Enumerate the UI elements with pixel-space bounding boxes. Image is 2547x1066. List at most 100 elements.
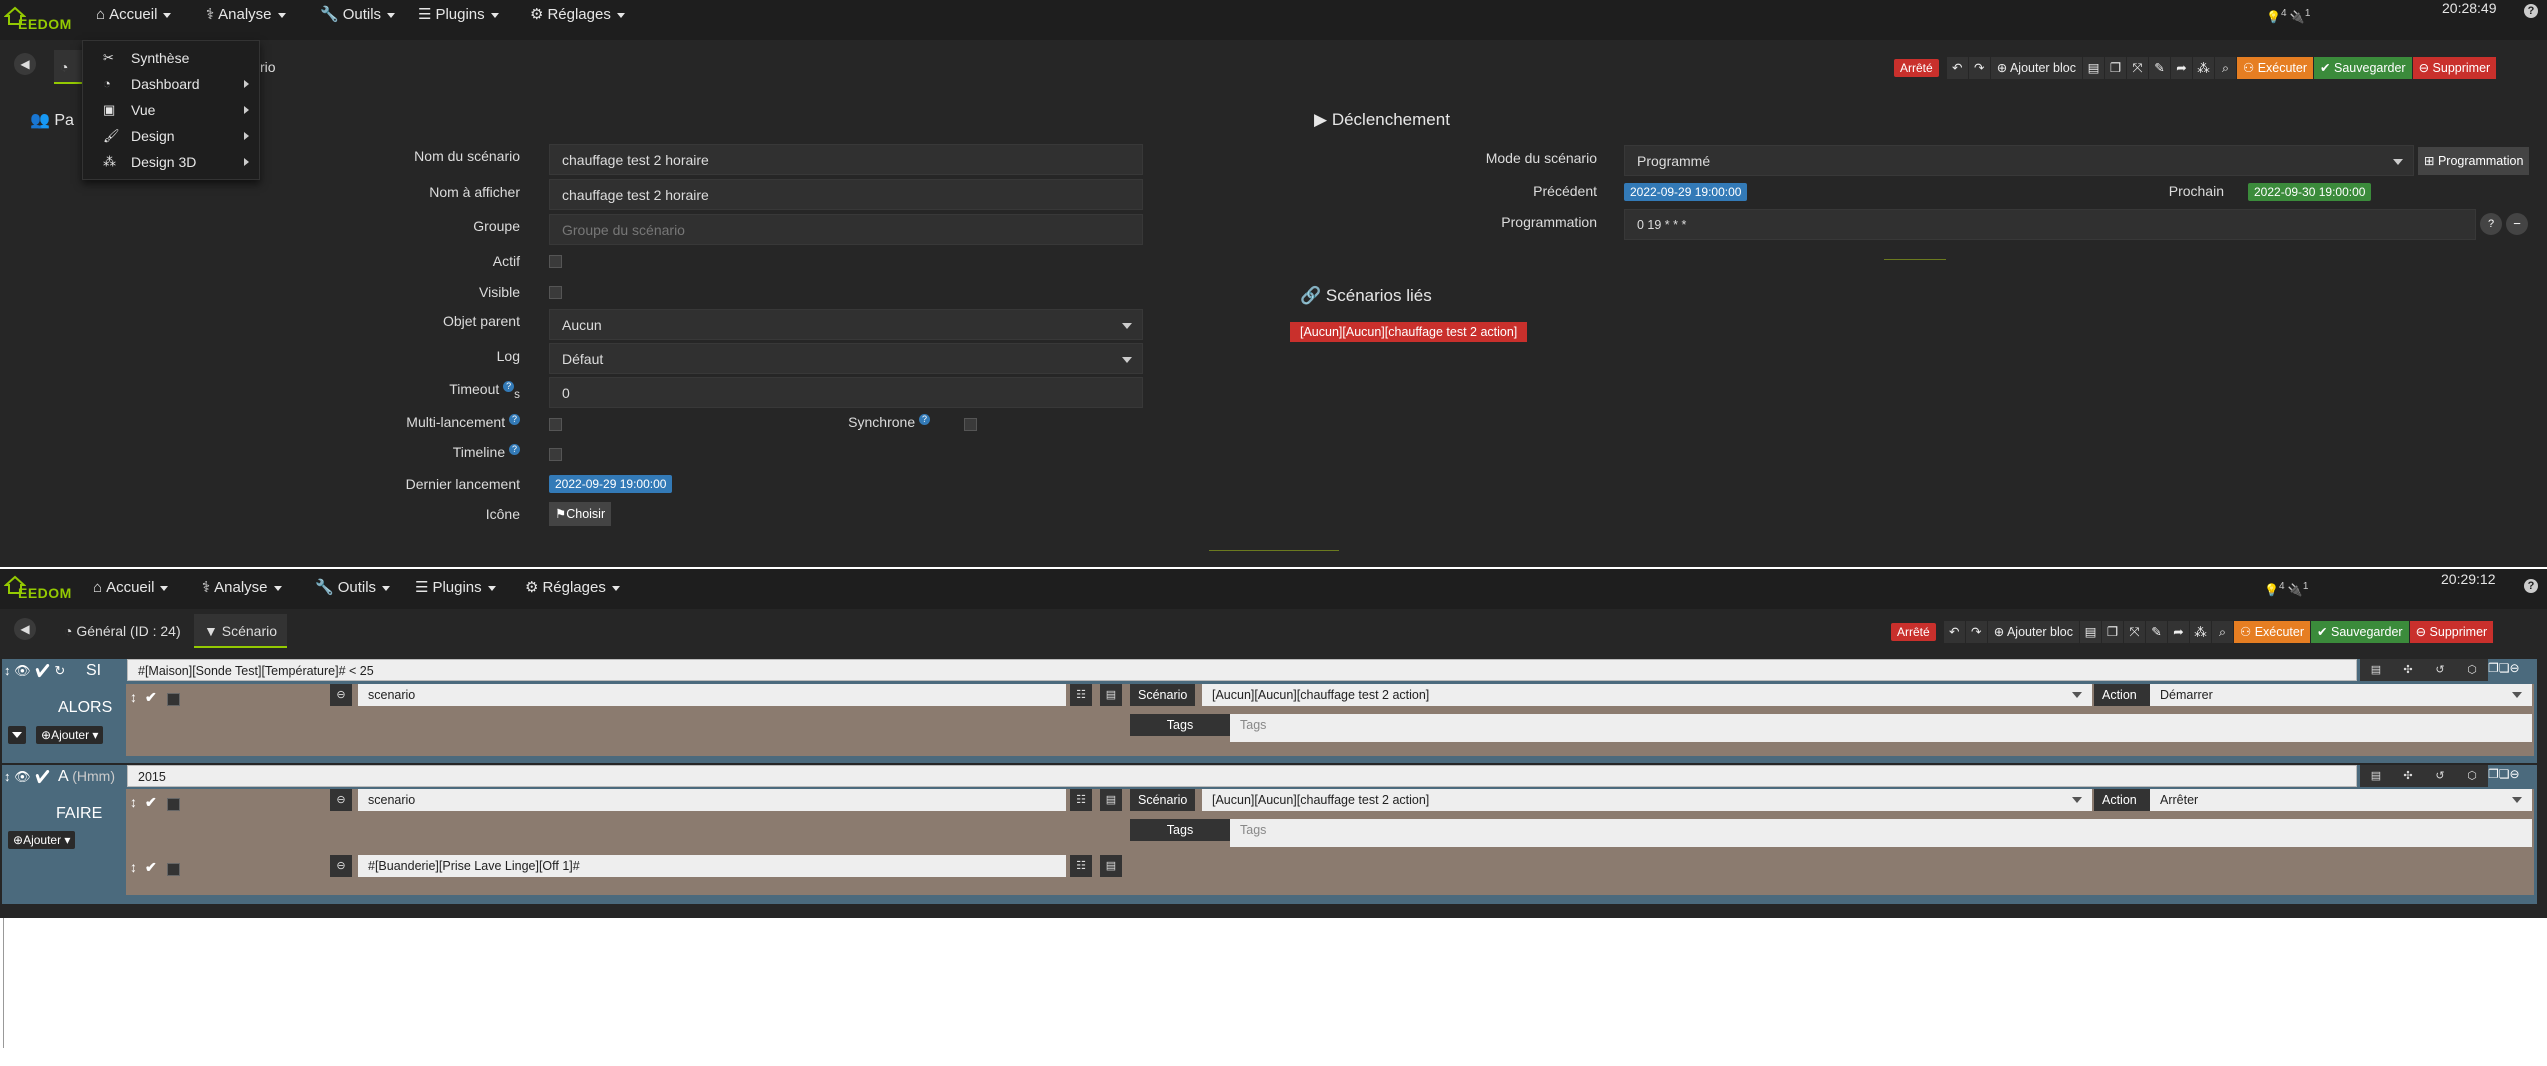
share-icon[interactable]: ➦ <box>2167 621 2190 643</box>
scenario-select[interactable]: [Aucun][Aucun][chauffage test 2 action] <box>1202 789 2092 811</box>
block-actions[interactable]: ❐❏⊖ <box>2488 767 2520 781</box>
timeout-input[interactable]: 0 <box>549 377 1143 408</box>
menu-item-dashboard[interactable]: ◔ Dashboard <box>83 71 261 97</box>
choose-icon-button[interactable]: ⚑Choisir <box>549 502 612 526</box>
nav-accueil[interactable]: ⌂ Accueil <box>93 573 169 613</box>
remove-action-icon[interactable]: ⊖ <box>330 684 352 706</box>
jeedom-logo[interactable]: EEDOM <box>4 575 76 605</box>
delete-button[interactable]: ⊖ Supprimer <box>2412 57 2498 79</box>
help-icon[interactable]: ? <box>509 444 520 455</box>
parallel-checkbox[interactable] <box>167 693 180 706</box>
tags-input[interactable]: Tags <box>1230 819 2532 847</box>
scenario-select[interactable]: [Aucun][Aucun][chauffage test 2 action] <box>1202 684 2092 706</box>
list-icon[interactable]: ▤ <box>2360 765 2392 787</box>
share-icon[interactable]: ➦ <box>2170 57 2193 79</box>
options-icon[interactable]: ▤ <box>1100 684 1122 706</box>
nav-outils[interactable]: 🔧 Outils <box>315 573 391 613</box>
action-select[interactable]: Démarrer <box>2150 684 2532 706</box>
nav-analyse[interactable]: ⚕ Analyse <box>206 0 286 40</box>
cron-input[interactable]: 0 19 * * * <box>1624 209 2476 240</box>
action-type-input[interactable]: scenario <box>358 789 1066 811</box>
redo-icon[interactable]: ↷ <box>1968 57 1991 79</box>
edit-icon[interactable]: ✎ <box>2148 57 2171 79</box>
add-action-button[interactable]: ⊕Ajouter ▾ <box>8 831 76 849</box>
help-icon[interactable]: ? <box>2524 579 2538 593</box>
delete-button[interactable]: ⊖ Supprimer <box>2409 621 2495 643</box>
block-actions[interactable]: ❐❏⊖ <box>2488 661 2520 675</box>
visible-checkbox[interactable] <box>549 286 562 299</box>
undo-icon[interactable]: ↶ <box>1943 621 1966 643</box>
list-icon[interactable]: ▤ <box>2360 659 2392 681</box>
list-icon[interactable]: ☷ <box>1070 855 1092 877</box>
time-input[interactable]: 2015 <box>127 765 2357 787</box>
display-name-input[interactable]: chauffage test 2 horaire <box>549 179 1143 210</box>
menu-item-design3d[interactable]: ⁂ Design 3D <box>83 149 261 175</box>
help-icon[interactable]: ? <box>919 414 930 425</box>
move-icon[interactable]: ↕ <box>130 689 137 705</box>
undo-icon[interactable]: ↶ <box>1946 57 1969 79</box>
remove-cron-icon[interactable]: − <box>2506 213 2528 235</box>
copy-icon[interactable]: ❐ <box>2104 57 2127 79</box>
history-icon[interactable]: ↺ <box>2424 765 2456 787</box>
cubes-icon[interactable]: ⁂ <box>2189 621 2212 643</box>
save-button[interactable]: ✔ Sauvegarder <box>2314 57 2413 79</box>
active-checkbox[interactable] <box>549 255 562 268</box>
enable-check-icon[interactable]: ✔ <box>145 859 157 876</box>
move-icon[interactable]: ↕ <box>130 859 137 875</box>
nav-accueil[interactable]: ⌂ Accueil <box>96 0 172 40</box>
mode-select[interactable]: Programmé <box>1624 145 2414 176</box>
cron-help-icon[interactable]: ? <box>2480 213 2502 235</box>
puzzle-icon[interactable]: ✣ <box>2392 765 2424 787</box>
save-button[interactable]: ✔ Sauvegarder <box>2311 621 2410 643</box>
action-select[interactable]: Arrêter <box>2150 789 2532 811</box>
expand-icon[interactable]: ⤧ <box>2126 57 2149 79</box>
multi-checkbox[interactable] <box>549 418 562 431</box>
menu-item-vue[interactable]: ▣ Vue <box>83 97 261 123</box>
action-type-input[interactable]: scenario <box>358 684 1066 706</box>
nav-reglages[interactable]: ⚙ Réglages <box>530 0 625 40</box>
add-block-button[interactable]: ⊕ Ajouter bloc <box>1987 621 2080 643</box>
back-arrow-icon[interactable]: ◀ <box>14 618 36 640</box>
move-icon[interactable]: ↕ <box>130 794 137 810</box>
add-block-button[interactable]: ⊕ Ajouter bloc <box>1990 57 2083 79</box>
search-icon[interactable]: ⌕ <box>2211 621 2234 643</box>
timeline-checkbox[interactable] <box>549 448 562 461</box>
nav-plugins[interactable]: ☰ Plugins <box>418 0 499 40</box>
nav-reglages[interactable]: ⚙ Réglages <box>525 573 620 613</box>
search-icon[interactable]: ⌕ <box>2214 57 2237 79</box>
si-condition-input[interactable]: #[Maison][Sonde Test][Température]# < 25 <box>127 659 2357 681</box>
enable-check-icon[interactable]: ✔ <box>145 794 157 811</box>
cube-icon[interactable]: ⬡ <box>2456 765 2488 787</box>
execute-button[interactable]: ⚇ Exécuter <box>2233 621 2312 643</box>
copy-icon[interactable]: ❐ <box>2101 621 2124 643</box>
programmation-button[interactable]: ⊞ Programmation <box>2418 147 2530 175</box>
block-controls[interactable]: ↕ 👁 ✔ ↻ <box>4 663 65 679</box>
puzzle-icon[interactable]: ✣ <box>2392 659 2424 681</box>
edit-icon[interactable]: ✎ <box>2145 621 2168 643</box>
history-icon[interactable]: ↺ <box>2424 659 2456 681</box>
group-input[interactable]: Groupe du scénario <box>549 214 1143 245</box>
scenario-name-input[interactable]: chauffage test 2 horaire <box>549 144 1143 175</box>
menu-item-design[interactable]: 🖌 Design <box>83 123 261 149</box>
remove-action-icon[interactable]: ⊖ <box>330 789 352 811</box>
list-icon[interactable]: ☷ <box>1070 789 1092 811</box>
parent-select[interactable]: Aucun <box>549 309 1143 340</box>
execute-button[interactable]: ⚇ Exécuter <box>2236 57 2315 79</box>
linked-scenario-badge[interactable]: [Aucun][Aucun][chauffage test 2 action] <box>1290 322 1528 342</box>
enable-check-icon[interactable]: ✔ <box>145 689 157 706</box>
notification-icons[interactable]: 💡4 🔌1 <box>2264 581 2308 597</box>
parallel-checkbox[interactable] <box>167 798 180 811</box>
back-arrow-icon[interactable]: ◀ <box>14 53 36 75</box>
command-input[interactable]: #[Buanderie][Prise Lave Linge][Off 1]# <box>358 855 1066 877</box>
cubes-icon[interactable]: ⁂ <box>2192 57 2215 79</box>
file-icon[interactable]: ▤ <box>2079 621 2102 643</box>
block-controls[interactable]: ↕ 👁 ✔ <box>4 769 51 785</box>
help-icon[interactable]: ? <box>509 414 520 425</box>
nav-plugins[interactable]: ☰ Plugins <box>415 573 496 613</box>
notification-icons[interactable]: 💡4 🔌1 <box>2266 8 2310 24</box>
log-select[interactable]: Défaut <box>549 343 1143 374</box>
parallel-checkbox[interactable] <box>167 863 180 876</box>
sync-checkbox[interactable] <box>964 418 977 431</box>
tab-general[interactable]: ◔ <box>54 50 84 84</box>
help-icon[interactable]: ? <box>2524 4 2538 18</box>
